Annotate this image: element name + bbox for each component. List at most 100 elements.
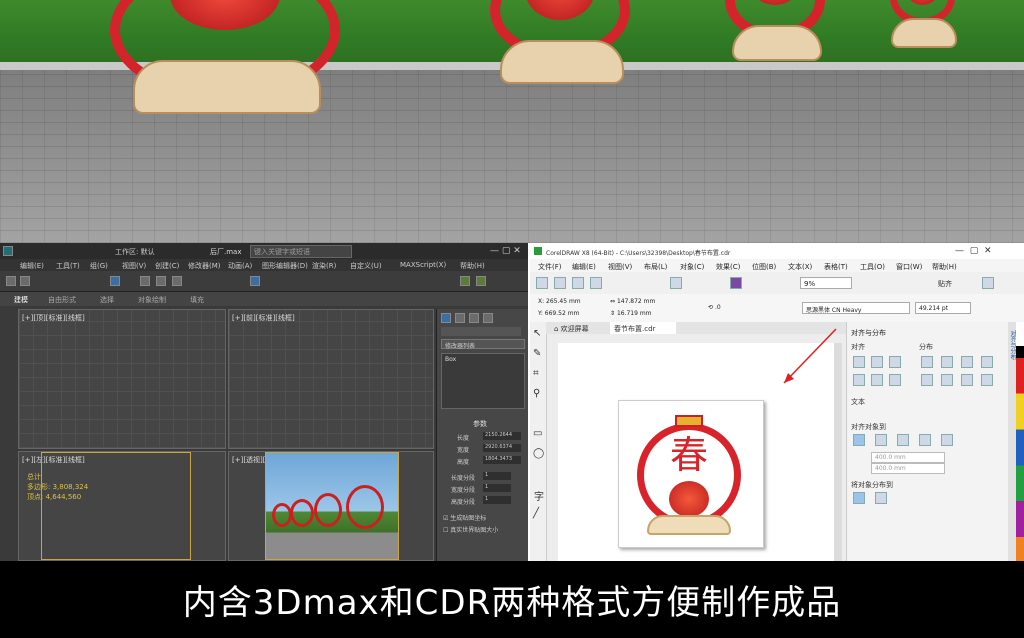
shape-tool-icon[interactable]: ✎: [533, 348, 541, 359]
y-field[interactable]: Y: 669.52 mm: [538, 310, 579, 317]
viewport-left[interactable]: [+][左][标准][线框] 总计 多边形: 3,808,324 顶点: 4,6…: [18, 451, 226, 561]
width-field[interactable]: ⇔ 147.872 mm: [610, 298, 655, 305]
cdr-menu-10[interactable]: 窗口(W): [896, 262, 922, 272]
options-gear-icon[interactable]: [982, 277, 994, 289]
render-icon[interactable]: [460, 276, 470, 286]
crop-tool-icon[interactable]: ⌗: [533, 368, 539, 379]
cdr-menu-4[interactable]: 对象(C): [680, 262, 704, 272]
height-field[interactable]: ⇕ 16.719 mm: [610, 310, 652, 317]
angle-field[interactable]: ⟲ .0: [708, 304, 721, 311]
align-bottom-icon[interactable]: [889, 374, 901, 386]
pick-tool-icon[interactable]: ↖: [533, 328, 541, 339]
cdr-menu-0[interactable]: 文件(F): [538, 262, 562, 272]
max-tab-modeling[interactable]: 建模: [14, 295, 28, 305]
undo-icon[interactable]: [6, 276, 16, 286]
width-segs-input[interactable]: 1: [483, 484, 511, 492]
align-middle-icon[interactable]: [871, 374, 883, 386]
scale-icon[interactable]: [172, 276, 182, 286]
modifier-stack[interactable]: Box: [441, 353, 525, 409]
distribute-spacing-icon[interactable]: [981, 356, 993, 368]
align-right-icon[interactable]: [889, 356, 901, 368]
align-x-input[interactable]: 400.0 mm: [871, 452, 945, 463]
open-file-icon[interactable]: [554, 277, 566, 289]
text-tool-icon[interactable]: 字: [534, 488, 544, 503]
height-input[interactable]: 1804.3473: [483, 456, 521, 464]
docker-side-tab[interactable]: 对齐与分布: [1008, 322, 1016, 561]
max-menu-7[interactable]: 图形编辑器(D): [262, 261, 308, 271]
hierarchy-tab-icon[interactable]: [469, 313, 479, 323]
max-tab-selection[interactable]: 选择: [100, 295, 114, 305]
max-menu-5[interactable]: 修改器(M): [188, 261, 221, 271]
max-menu-4[interactable]: 创建(C): [155, 261, 179, 271]
cdr-menu-11[interactable]: 帮助(H): [932, 262, 957, 272]
undo-icon[interactable]: [670, 277, 682, 289]
move-icon[interactable]: [140, 276, 150, 286]
rectangle-tool-icon[interactable]: ▭: [533, 428, 542, 439]
font-select[interactable]: 思源黑体 CN Heavy: [802, 302, 910, 314]
max-tab-freeform[interactable]: 自由形式: [48, 295, 76, 305]
align-top-icon[interactable]: [853, 374, 865, 386]
ellipse-tool-icon[interactable]: ◯: [533, 448, 544, 459]
distribute-selection-icon[interactable]: [853, 492, 865, 504]
cdr-menu-7[interactable]: 文本(X): [788, 262, 812, 272]
max-menu-9[interactable]: 自定义(U): [350, 261, 382, 271]
active-object-icon[interactable]: [853, 434, 865, 446]
max-tab-populate[interactable]: 填充: [190, 295, 204, 305]
line-tool-icon[interactable]: ╱: [533, 508, 539, 519]
tab-document[interactable]: 春节布置.cdr: [610, 322, 676, 334]
length-input[interactable]: 2150.2644: [483, 432, 521, 440]
distribute-left-icon[interactable]: [921, 356, 933, 368]
max-menu-1[interactable]: 工具(T): [56, 261, 80, 271]
viewport-front[interactable]: [+][前][标准][线框]: [228, 309, 434, 449]
distribute-top-icon[interactable]: [921, 374, 933, 386]
viewport-perspective[interactable]: [+][透视][标准][真实]: [228, 451, 434, 561]
cdr-vscrollbar[interactable]: [834, 343, 842, 561]
color-palette[interactable]: [1016, 322, 1024, 561]
new-file-icon[interactable]: [536, 277, 548, 289]
print-icon[interactable]: [590, 277, 602, 289]
max-menu-8[interactable]: 渲染(R): [312, 261, 336, 271]
page-edge-icon[interactable]: [875, 434, 887, 446]
max-menu-3[interactable]: 视图(V): [122, 261, 146, 271]
max-menu-10[interactable]: MAXScript(X): [400, 261, 446, 269]
max-search-input[interactable]: 键入关键字或短语: [250, 245, 352, 258]
cdr-menu-5[interactable]: 效果(C): [716, 262, 740, 272]
x-field[interactable]: X: 265.45 mm: [538, 298, 581, 305]
distribute-page-icon[interactable]: [875, 492, 887, 504]
cdr-canvas[interactable]: 春: [558, 328, 840, 561]
distribute-right-icon[interactable]: [961, 356, 973, 368]
zoom-tool-icon[interactable]: ⚲: [533, 388, 540, 399]
snap-to-button[interactable]: 贴齐: [938, 279, 952, 289]
object-name-field[interactable]: [441, 327, 521, 336]
align-center-icon[interactable]: [871, 356, 883, 368]
create-tab-icon[interactable]: [441, 313, 451, 323]
gen-mapping-checkbox[interactable]: ☑ 生成贴图坐标: [443, 513, 486, 522]
max-window-controls[interactable]: — ▢ ✕: [490, 246, 521, 256]
cdr-menu-9[interactable]: 工具(O): [860, 262, 885, 272]
length-segs-input[interactable]: 1: [483, 472, 511, 480]
stack-item[interactable]: Box: [445, 356, 456, 363]
grid-icon[interactable]: [919, 434, 931, 446]
cdr-menu-2[interactable]: 视图(V): [608, 262, 632, 272]
max-tab-object-paint[interactable]: 对象绘制: [138, 295, 166, 305]
height-segs-input[interactable]: 1: [483, 496, 511, 504]
distribute-center-icon[interactable]: [941, 356, 953, 368]
save-icon[interactable]: [572, 277, 584, 289]
redo-icon[interactable]: [20, 276, 30, 286]
tab-welcome[interactable]: ⌂ 欢迎屏幕: [554, 324, 589, 334]
cdr-menu-8[interactable]: 表格(T): [824, 262, 848, 272]
real-world-checkbox[interactable]: ☐ 真实世界贴图大小: [443, 525, 498, 534]
cdr-menu-6[interactable]: 位图(B): [752, 262, 776, 272]
distribute-bottom-icon[interactable]: [961, 374, 973, 386]
snap-icon[interactable]: [250, 276, 260, 286]
align-left-icon[interactable]: [853, 356, 865, 368]
select-icon[interactable]: [110, 276, 120, 286]
zoom-select[interactable]: 9%: [800, 277, 852, 289]
distribute-vspacing-icon[interactable]: [981, 374, 993, 386]
max-menu-11[interactable]: 帮助(H): [460, 261, 485, 271]
align-y-input[interactable]: 400.0 mm: [871, 463, 945, 474]
max-menu-0[interactable]: 编辑(E): [20, 261, 44, 271]
font-size-select[interactable]: 49.214 pt: [915, 302, 971, 314]
max-workspace[interactable]: 工作区: 默认: [115, 247, 155, 257]
import-icon[interactable]: [730, 277, 742, 289]
